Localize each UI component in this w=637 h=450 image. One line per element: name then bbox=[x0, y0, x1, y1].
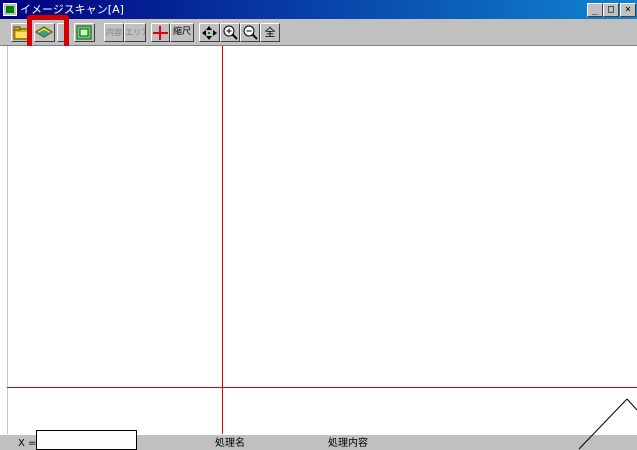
x-coordinate-label: X = bbox=[18, 438, 37, 449]
image-canvas[interactable] bbox=[0, 46, 637, 434]
process-content-header: 処理内容 bbox=[328, 438, 368, 449]
minimize-button[interactable]: _ bbox=[587, 3, 603, 17]
zoom-out-button[interactable] bbox=[240, 23, 260, 42]
scale-button[interactable]: 縮尺 bbox=[170, 23, 194, 42]
corner-diagonal-marks bbox=[578, 398, 637, 450]
maximize-button[interactable]: □ bbox=[603, 3, 619, 17]
content-button[interactable]: 内容 bbox=[104, 23, 124, 42]
app-icon[interactable] bbox=[3, 3, 17, 16]
x-coordinate-field bbox=[36, 430, 137, 450]
area-button[interactable]: エリア bbox=[124, 23, 146, 42]
horizontal-guide-line bbox=[7, 387, 637, 388]
title-bar: イメージスキャン[A] _ □ × bbox=[0, 0, 637, 19]
toolbar: 内容 エリア 縮尺 全 bbox=[0, 19, 637, 46]
pan-button[interactable] bbox=[199, 23, 220, 42]
zoom-all-button[interactable]: 全 bbox=[260, 23, 280, 42]
frame-select-icon bbox=[76, 25, 92, 40]
zoom-out-icon bbox=[243, 25, 258, 40]
vertical-guide-line bbox=[222, 46, 223, 434]
process-name-header: 処理名 bbox=[215, 438, 245, 449]
move-arrows-icon bbox=[202, 26, 217, 40]
frame-select-button[interactable] bbox=[74, 23, 95, 42]
zoom-in-button[interactable] bbox=[220, 23, 240, 42]
canvas-left-edge bbox=[7, 46, 8, 434]
red-crosshair-icon bbox=[153, 26, 168, 40]
zoom-in-icon bbox=[223, 25, 238, 40]
close-button[interactable]: × bbox=[620, 3, 636, 17]
crosshair-button[interactable] bbox=[151, 23, 170, 42]
